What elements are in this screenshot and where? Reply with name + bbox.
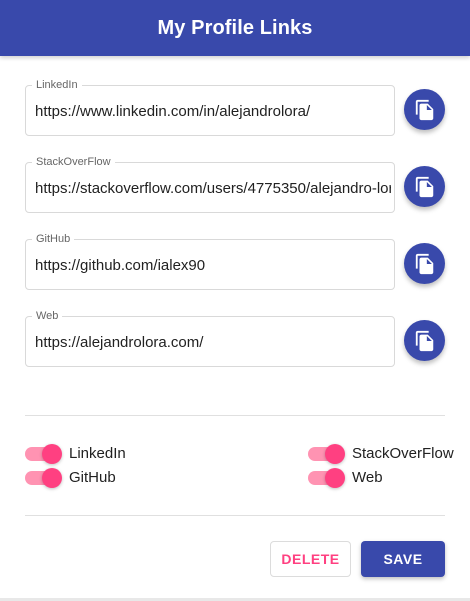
stackoverflow-field: StackOverFlow	[25, 155, 395, 213]
page-title: My Profile Links	[157, 16, 313, 39]
web-field: Web	[25, 309, 395, 367]
copy-icon	[415, 253, 433, 274]
linkedin-switch[interactable]	[25, 444, 62, 464]
link-row-stackoverflow: StackOverFlow	[25, 155, 445, 214]
copy-web-button[interactable]	[404, 320, 445, 361]
web-field-label: Web	[32, 309, 63, 323]
switch-thumb[interactable]	[325, 468, 345, 488]
copy-icon	[415, 330, 433, 351]
delete-button[interactable]: DELETE	[270, 541, 351, 577]
toggle-stackoverflow[interactable]: StackOverFlow	[308, 444, 454, 464]
web-input[interactable]	[35, 331, 391, 353]
app-bar: My Profile Links	[0, 0, 470, 56]
link-row-github: GitHub	[25, 232, 445, 291]
linkedin-input[interactable]	[35, 100, 391, 122]
toggle-label-stackoverflow: StackOverFlow	[352, 445, 454, 462]
copy-stackoverflow-button[interactable]	[404, 166, 445, 207]
divider-top	[25, 415, 445, 416]
copy-icon	[415, 99, 433, 120]
toggle-web[interactable]: Web	[308, 468, 383, 488]
switch-thumb[interactable]	[42, 468, 62, 488]
github-switch[interactable]	[25, 468, 62, 488]
toggle-github[interactable]: GitHub	[25, 468, 116, 488]
web-switch[interactable]	[308, 468, 345, 488]
toggle-linkedin[interactable]: LinkedIn	[25, 444, 126, 464]
toggle-label-github: GitHub	[69, 469, 116, 486]
github-field-label: GitHub	[32, 232, 75, 246]
toggle-label-web: Web	[352, 469, 383, 486]
linkedin-field-label: LinkedIn	[32, 78, 82, 92]
stackoverflow-field-label: StackOverFlow	[32, 155, 115, 169]
copy-linkedin-button[interactable]	[404, 89, 445, 130]
stackoverflow-switch[interactable]	[308, 444, 345, 464]
stackoverflow-input[interactable]	[35, 177, 391, 199]
switch-thumb[interactable]	[42, 444, 62, 464]
switch-thumb[interactable]	[325, 444, 345, 464]
github-field: GitHub	[25, 232, 395, 290]
toggle-label-linkedin: LinkedIn	[69, 445, 126, 462]
github-input[interactable]	[35, 254, 391, 276]
divider-bottom	[25, 515, 445, 516]
copy-github-button[interactable]	[404, 243, 445, 284]
copy-icon	[415, 176, 433, 197]
link-row-linkedin: LinkedIn	[25, 78, 445, 137]
save-button[interactable]: SAVE	[361, 541, 445, 577]
linkedin-field: LinkedIn	[25, 78, 395, 136]
link-row-web: Web	[25, 309, 445, 368]
